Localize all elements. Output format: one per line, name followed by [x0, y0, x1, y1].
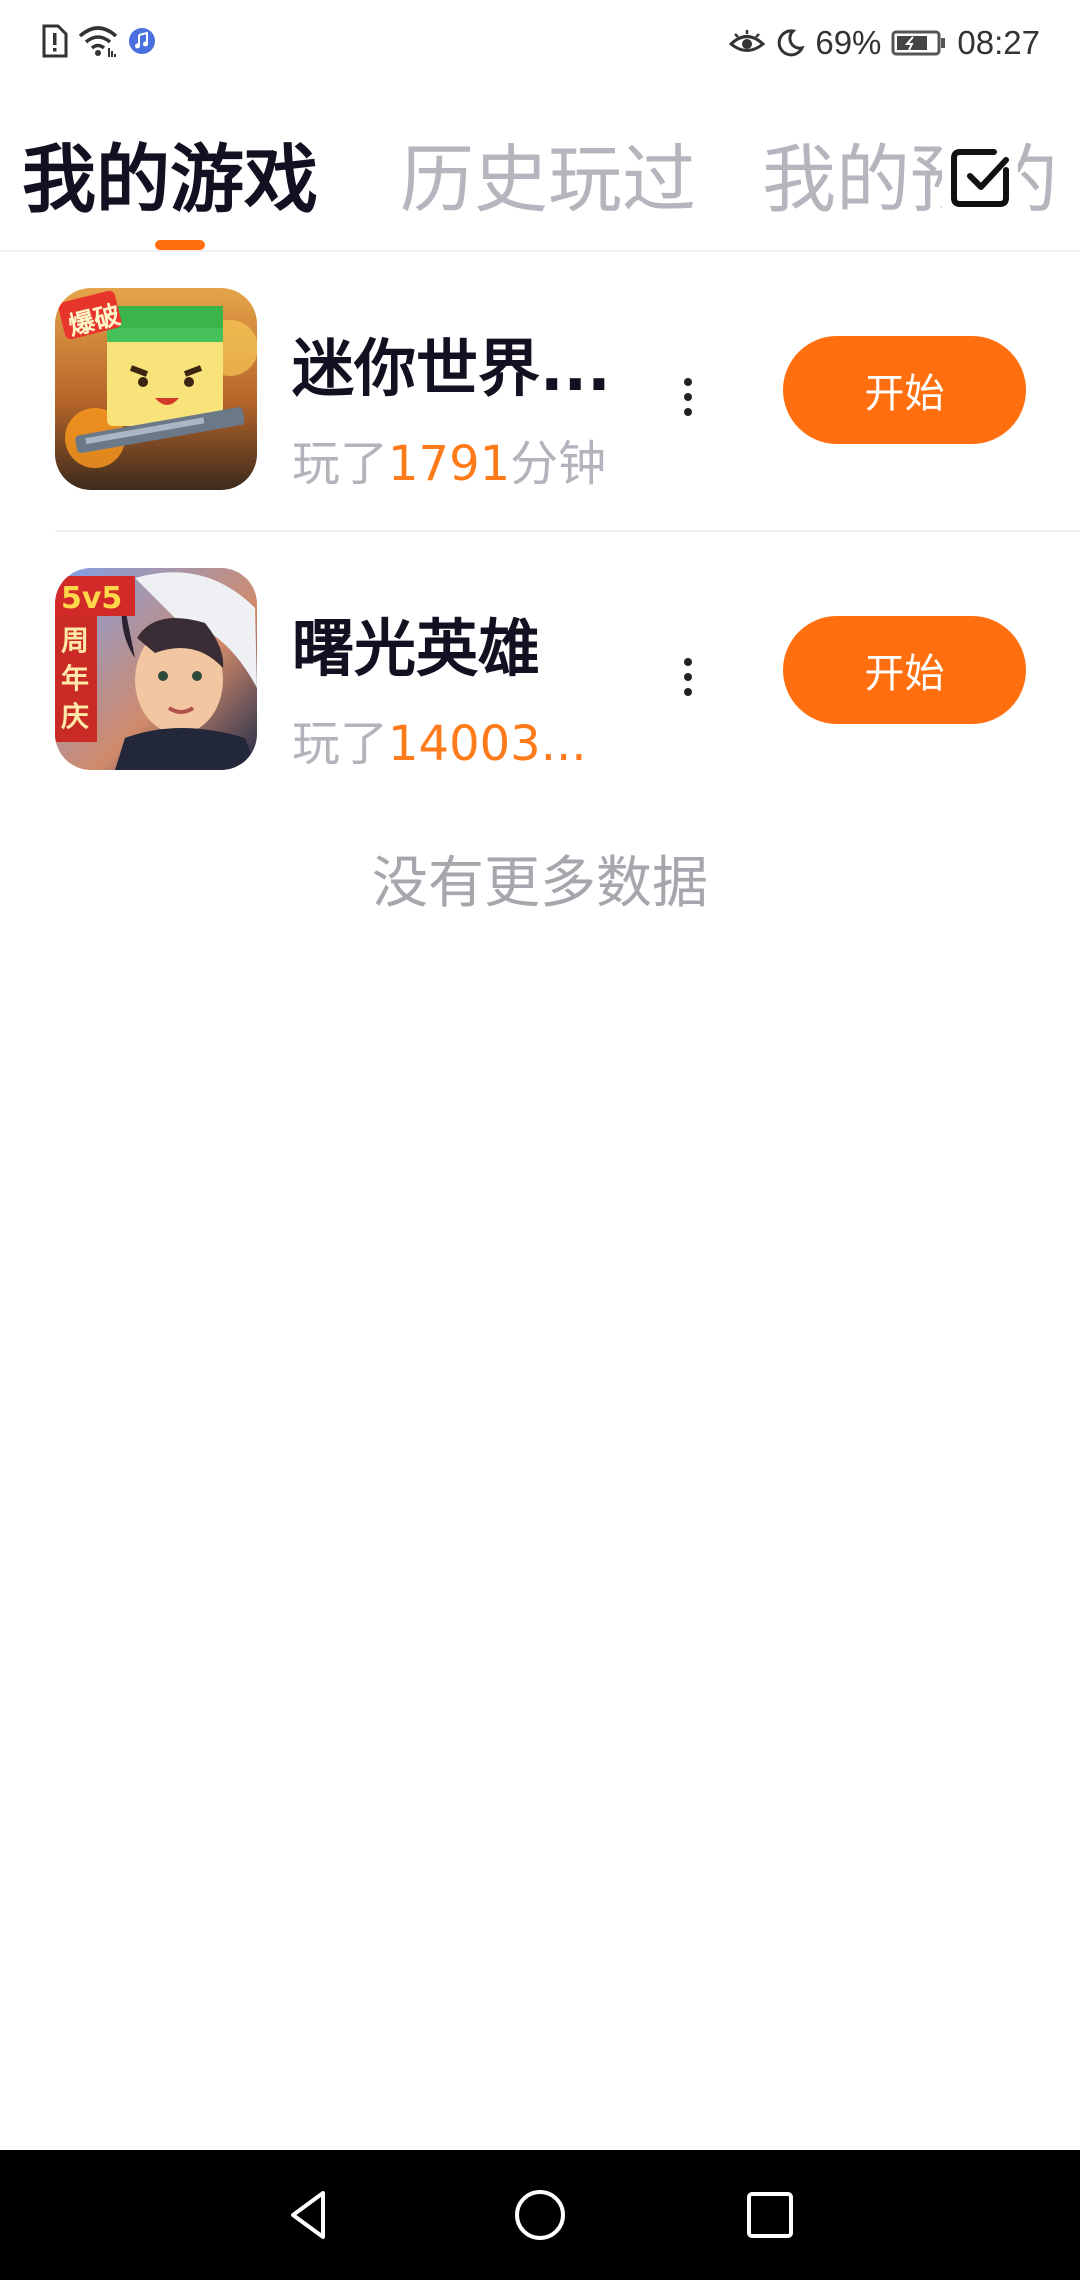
battery-percent: 69% — [815, 24, 882, 61]
start-button[interactable]: 开始 — [783, 336, 1026, 444]
play-time-value: 14003... — [388, 716, 587, 772]
tab-active-indicator — [155, 240, 205, 250]
system-nav-bar — [0, 2150, 1080, 2280]
wifi-icon — [78, 24, 118, 58]
status-right: 69% 08:27 — [729, 24, 1040, 62]
home-circle-icon — [515, 2190, 565, 2240]
tab-history-played[interactable]: 历史玩过 — [400, 130, 696, 230]
tab-bar: 我的游戏 历史玩过 我的预约 — [0, 110, 1080, 250]
screen: 69% 08:27 我的游戏 历史玩过 我的预约 爆破 迷你世界... 玩了17… — [0, 0, 1080, 2280]
game-title[interactable]: 曙光英雄 — [292, 598, 540, 688]
game-icon-dawn-heroes[interactable]: 5v5 周 年 庆 — [55, 568, 257, 770]
clock: 08:27 — [957, 24, 1040, 61]
edit-select-button[interactable] — [942, 140, 1018, 216]
battery-icon — [891, 29, 947, 57]
more-vertical-icon — [684, 378, 692, 386]
play-time-prefix: 玩了 — [292, 716, 389, 772]
play-time: 玩了14003... — [292, 704, 586, 774]
music-app-icon — [128, 27, 156, 55]
nav-home-button[interactable] — [503, 2178, 577, 2252]
more-options-button[interactable] — [660, 362, 716, 432]
game-icon-badge-top: 5v5 — [61, 581, 122, 616]
game-icon-badge-side: 周 — [61, 624, 89, 657]
svg-text:年: 年 — [61, 662, 89, 695]
tab-my-games[interactable]: 我的游戏 — [22, 130, 318, 230]
play-time-suffix: 分钟 — [510, 436, 607, 492]
game-list: 爆破 迷你世界... 玩了1791分钟 开始 5v5 周 年 庆 曙光英雄 玩了… — [0, 252, 1080, 812]
svg-text:庆: 庆 — [61, 700, 89, 733]
more-options-button[interactable] — [660, 642, 716, 712]
start-button[interactable]: 开始 — [783, 616, 1026, 724]
status-left — [40, 24, 156, 58]
play-time-prefix: 玩了 — [292, 436, 389, 492]
list-item[interactable]: 爆破 迷你世界... 玩了1791分钟 开始 — [0, 252, 1080, 532]
eye-comfort-icon — [729, 29, 766, 57]
play-time-value: 1791 — [388, 436, 511, 492]
more-vertical-icon — [684, 658, 692, 666]
list-item[interactable]: 5v5 周 年 庆 曙光英雄 玩了14003... 开始 — [0, 532, 1080, 812]
no-more-data-text: 没有更多数据 — [372, 851, 708, 916]
checkbox-edit-icon — [951, 149, 1009, 207]
alert-sim-icon — [40, 24, 68, 58]
nav-back-button[interactable] — [272, 2178, 346, 2252]
back-triangle-icon — [291, 2191, 325, 2239]
game-icon-mini-world[interactable]: 爆破 — [55, 288, 257, 490]
recents-square-icon — [747, 2192, 793, 2238]
play-time: 玩了1791分钟 — [292, 424, 606, 494]
game-title[interactable]: 迷你世界... — [292, 318, 611, 408]
status-bar: 69% 08:27 — [0, 0, 1080, 92]
nav-recents-button[interactable] — [733, 2178, 807, 2252]
moon-icon — [775, 28, 806, 58]
